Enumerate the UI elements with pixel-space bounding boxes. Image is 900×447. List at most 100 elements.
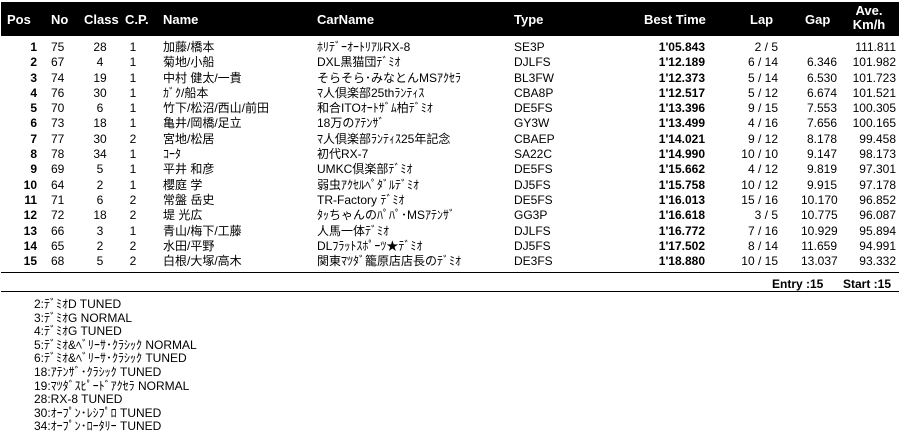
best-time-cell: 1'14.990 xyxy=(658,147,705,162)
table-row: 5 70 6 1 竹下/松沼/西山/前田 和合ITOｵｰﾄｻﾞﾑ柏ﾃﾞﾐｵ DE5FS 1'1… xyxy=(1,101,899,116)
pos-cell: 13 xyxy=(23,223,37,238)
car-name-cell: 18万のｱﾃﾝｻﾞ xyxy=(317,116,385,131)
car-name-cell: そらそら･みなとんMSｱｸｾﾗ xyxy=(317,70,462,85)
car-type-cell: DE5FS xyxy=(514,101,553,116)
class-position-cell: 1 xyxy=(129,116,137,131)
class-cell: 19 xyxy=(93,70,107,85)
class-position-cell: 1 xyxy=(129,40,137,54)
class-position-cell: 1 xyxy=(129,147,137,162)
driver-name-cell: 水田/平野 xyxy=(163,238,215,253)
results-table: Pos No Class C.P. Name CarName Type Best… xyxy=(1,2,899,269)
lap-cell: 2 / 5 xyxy=(754,40,778,54)
header-gap: Gap xyxy=(805,12,831,27)
average-speed-cell: 111.811 xyxy=(855,40,896,54)
class-position-cell: 2 xyxy=(129,238,137,253)
car-name-cell: ﾏ人倶楽部25thﾗﾝﾃｨｽ xyxy=(317,85,425,100)
class-position-cell: 2 xyxy=(129,254,137,269)
class-legend-item: 4:ﾃﾞﾐｵG TUNED xyxy=(34,324,122,339)
car-type-cell: DJ5FS xyxy=(514,238,551,253)
lap-cell: 9 / 12 xyxy=(747,131,778,146)
pos-cell: 11 xyxy=(24,192,37,207)
class-legend-item: 5:ﾃﾞﾐｵ&ﾍﾞﾘｰｻ･ｸﾗｼｯｸ NORMAL xyxy=(34,337,197,352)
car-type-cell: CBAEP xyxy=(514,131,555,146)
class-cell: 5 xyxy=(96,162,104,177)
car-name-cell: UMKC倶楽部ﾃﾞﾐｵ xyxy=(317,162,413,177)
table-row: 7 77 30 2 宮地/松居 ﾏ人倶楽部ﾗﾝﾃｨｽ25年記念 CBAEP 1'14.021 9… xyxy=(1,132,899,147)
best-time-cell: 1'05.843 xyxy=(658,40,705,54)
class-position-cell: 2 xyxy=(129,192,137,207)
class-legend-item: 3:ﾃﾞﾐｵG NORMAL xyxy=(34,310,133,325)
header-type: Type xyxy=(514,12,544,27)
pos-cell: 10 xyxy=(23,177,37,192)
car-number-cell: 66 xyxy=(51,223,65,238)
best-time-cell: 1'15.662 xyxy=(658,162,705,177)
header-ave-line2: Km/h xyxy=(852,17,886,32)
header-lap: Lap xyxy=(750,12,774,27)
best-time-cell: 1'18.880 xyxy=(658,254,705,269)
class-cell: 2 xyxy=(96,177,104,192)
table-row: 15 68 5 2 白根/大塚/高木 関東ﾏﾂﾀﾞ籠原店店長のﾃﾞﾐｵ DE3FS 1'18.… xyxy=(1,254,899,269)
car-name-cell: 初代RX-7 xyxy=(317,147,369,162)
header-carname: CarName xyxy=(317,12,375,27)
car-name-cell: ﾀｯちゃんのﾊﾟﾊﾟ･MSｱﾃﾝｻﾞ xyxy=(317,208,456,223)
table-row: 13 66 3 1 青山/梅下/工藤 人馬一体ﾃﾞﾐｵ DJLFS 1'16.772 7 / 1… xyxy=(1,224,899,239)
class-position-cell: 1 xyxy=(129,162,137,177)
car-number-cell: 65 xyxy=(51,238,65,253)
car-number-cell: 76 xyxy=(51,85,65,100)
start-count: Start :15 xyxy=(843,277,892,291)
class-cell: 6 xyxy=(96,101,104,116)
car-number-cell: 74 xyxy=(51,70,65,85)
lap-cell: 10 / 15 xyxy=(741,254,778,269)
gap-cell: 7.553 xyxy=(806,101,837,116)
divider-line-top xyxy=(1,272,899,273)
class-cell: 5 xyxy=(96,254,104,269)
class-position-cell: 1 xyxy=(129,223,137,238)
car-number-cell: 75 xyxy=(51,40,65,54)
gap-cell: 6.530 xyxy=(806,70,837,85)
driver-name-cell: 常盤 岳史 xyxy=(163,192,215,207)
average-speed-cell: 96.852 xyxy=(859,192,896,207)
lap-cell: 6 / 14 xyxy=(747,55,778,70)
best-time-cell: 1'16.618 xyxy=(658,208,705,223)
best-time-cell: 1'17.502 xyxy=(658,238,705,253)
driver-name-cell: ｶﾞｸ/船本 xyxy=(163,85,209,100)
average-speed-cell: 96.087 xyxy=(859,208,896,223)
car-type-cell: GY3W xyxy=(514,116,550,131)
driver-name-cell: 青山/梅下/工藤 xyxy=(163,223,242,238)
class-position-cell: 1 xyxy=(129,55,137,70)
table-row: 8 78 34 1 ｺｰﾀ 初代RX-7 SA22C 1'14.990 10 / 10 9.147… xyxy=(1,147,899,162)
car-number-cell: 70 xyxy=(51,101,65,116)
gap-cell: 13.037 xyxy=(801,254,838,269)
car-type-cell: DJLFS xyxy=(514,55,551,70)
header-ave-line1: Ave. xyxy=(855,3,883,18)
car-number-cell: 71 xyxy=(51,192,65,207)
class-position-cell: 1 xyxy=(129,85,137,100)
driver-name-cell: 中村 健太/一貴 xyxy=(163,70,242,85)
class-cell: 18 xyxy=(93,208,107,223)
gap-cell: 6.674 xyxy=(806,85,837,100)
class-position-cell: 2 xyxy=(129,131,137,146)
car-number-cell: 67 xyxy=(51,55,65,70)
class-cell: 3 xyxy=(96,223,104,238)
pos-cell: 4 xyxy=(30,85,37,100)
car-number-cell: 68 xyxy=(51,254,65,269)
lap-cell: 15 / 16 xyxy=(741,192,778,207)
class-position-cell: 1 xyxy=(129,70,137,85)
driver-name-cell: 菊地/小船 xyxy=(163,55,215,70)
average-speed-cell: 98.173 xyxy=(859,147,896,162)
divider-line-bottom xyxy=(1,291,899,292)
car-name-cell: TR-Factory ﾃﾞﾐｵ xyxy=(317,192,405,207)
car-type-cell: DJLFS xyxy=(514,223,551,238)
average-speed-cell: 101.723 xyxy=(852,70,896,85)
best-time-cell: 1'12.373 xyxy=(658,70,705,85)
car-type-cell: DE3FS xyxy=(514,254,553,269)
driver-name-cell: 堤 光広 xyxy=(163,208,203,223)
lap-cell: 9 / 15 xyxy=(747,101,778,116)
header-cp: C.P. xyxy=(125,12,149,27)
class-legend-item: 2:ﾃﾞﾐｵD TUNED xyxy=(34,297,122,311)
average-speed-cell: 101.982 xyxy=(852,55,896,70)
pos-cell: 5 xyxy=(30,101,37,116)
lap-cell: 4 / 12 xyxy=(747,162,778,177)
class-position-cell: 2 xyxy=(129,208,137,223)
car-type-cell: DE5FS xyxy=(514,192,553,207)
